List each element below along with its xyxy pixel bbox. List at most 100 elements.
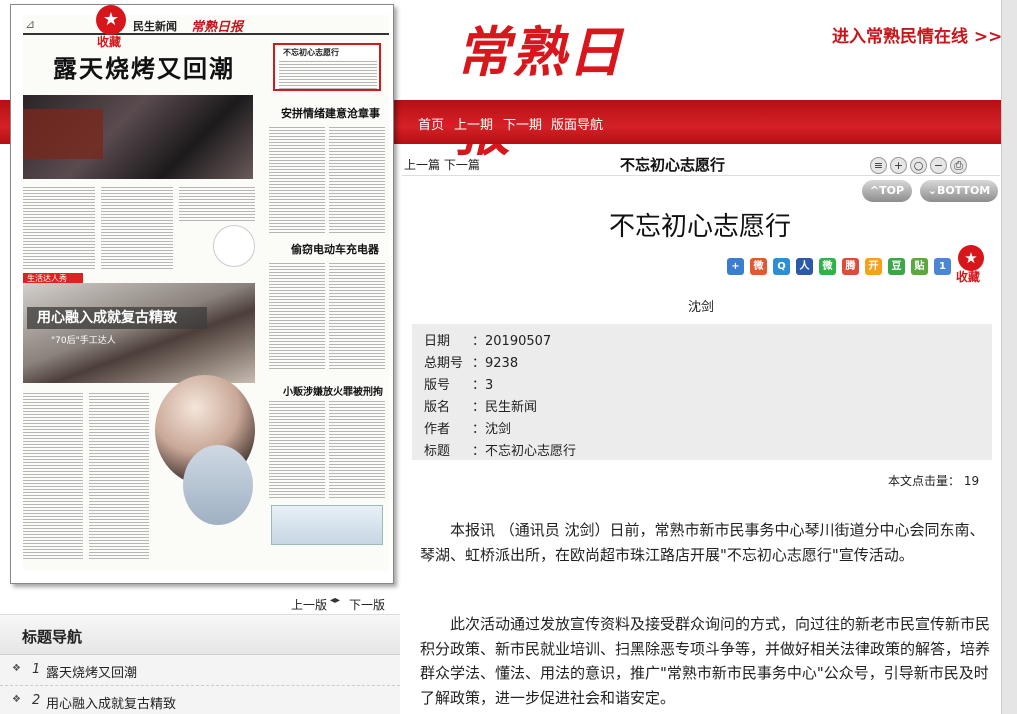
meta-value: 9238 — [485, 356, 519, 371]
page-turn-arrows-icon: ◂▸ — [330, 595, 341, 606]
craft-photo-banner[interactable]: 用心融入成就复古精致 — [27, 307, 207, 329]
share-one-icon[interactable]: 1 — [934, 258, 951, 275]
title-nav-num: 1 — [32, 662, 41, 677]
meta-key: 总期号 — [424, 356, 464, 371]
paper-page-image[interactable]: 民生新闻 常熟日报 露天烧烤又回潮 不忘初心志愿行 安拼情绪建意沧章事 偷窃电动… — [23, 15, 389, 571]
article-paragraph: 本报讯 （通讯员 沈剑）日前，常熟市新市民事务中心琴川街道分中心会同东南、琴湖、… — [420, 521, 985, 564]
share-wechat-icon[interactable]: 微 — [819, 258, 836, 275]
paper-text-block — [23, 391, 83, 561]
paper-headline[interactable]: 露天烧烤又回潮 — [53, 49, 235, 84]
nav-page-nav[interactable]: 版面导航 — [551, 114, 603, 133]
title-nav-item[interactable]: ❖ 1 露天烧烤又回潮 — [0, 656, 400, 686]
meta-row-page: 版号 ：3 — [424, 374, 493, 393]
paper-section-name: 民生新闻 — [133, 20, 177, 33]
title-nav-link[interactable]: 用心融入成就复古精致 — [46, 693, 176, 712]
paper-subhead-2[interactable]: 偷窃电动车充电器 — [291, 241, 379, 257]
paper-text-block — [329, 125, 385, 235]
meta-key: 版号 — [424, 378, 451, 393]
scroll-bottom-button[interactable]: ⌄BOTTOM — [920, 180, 998, 202]
diamond-bullet-icon: ❖ — [12, 694, 21, 705]
paper-text-block — [279, 59, 377, 89]
paper-badge — [213, 225, 255, 267]
meta-row-section: 版名 ：民生新闻 — [424, 396, 537, 415]
paper-page-header: 民生新闻 常熟日报 — [23, 15, 389, 35]
collect-label[interactable]: 收藏 — [956, 268, 980, 285]
share-weibo-icon[interactable]: 微 — [750, 258, 767, 275]
paper-current-article-box[interactable]: 不忘初心志愿行 — [273, 43, 381, 91]
paper-page-thumbnail[interactable]: 民生新闻 常熟日报 露天烧烤又回潮 不忘初心志愿行 安拼情绪建意沧章事 偷窃电动… — [10, 4, 394, 584]
nav-prev-issue[interactable]: 上一期 — [454, 114, 493, 133]
share-icon-row: + 微 Q 人微腾开豆贴 1 — [727, 254, 957, 275]
hit-count-value: 19 — [963, 474, 980, 488]
print-icon[interactable]: ⎙ — [950, 157, 967, 174]
prev-page-link[interactable]: 上一版 — [291, 596, 327, 613]
share-kaixin-icon[interactable]: 开 — [865, 258, 882, 275]
hit-count: 本文点击量： 19 — [888, 472, 979, 489]
zoom-reset-icon[interactable]: ○ — [910, 157, 927, 174]
list-icon[interactable]: ≡ — [870, 157, 887, 174]
meta-row-issue: 总期号 ：9238 — [424, 352, 518, 371]
share-more-icon[interactable]: + — [727, 258, 744, 275]
bookmark-star-icon[interactable]: ★ — [96, 5, 126, 35]
meta-key: 作者 — [424, 422, 451, 437]
paper-text-block — [329, 399, 385, 499]
nav-next-issue[interactable]: 下一期 — [503, 114, 542, 133]
paper-subhead-3[interactable]: 小贩涉嫌放火罪被刑拘 — [283, 383, 383, 398]
tool-icon-group: ≡ + ○ − ⎙ — [870, 154, 970, 174]
title-nav-title: 标题导航 — [22, 628, 83, 646]
craft-detail-photo[interactable] — [183, 445, 253, 525]
paper-text-block — [101, 185, 173, 269]
meta-value: 20190507 — [485, 334, 552, 349]
meta-value: 民生新闻 — [485, 400, 538, 415]
share-tencent-icon[interactable]: 腾 — [842, 258, 859, 275]
title-nav-panel: 标题导航 ❖ 1 露天烧烤又回潮 ❖ 2 用心融入成就复古精致 — [0, 614, 400, 714]
article-author: 沈剑 — [688, 300, 715, 315]
masthead-logo[interactable]: 常熟日报 — [456, 8, 646, 163]
paper-text-block — [269, 125, 325, 235]
scroll-top-button[interactable]: ^TOP — [862, 180, 912, 202]
meta-key: 标题 — [424, 444, 451, 459]
share-tieba-icon[interactable]: 贴 — [911, 258, 928, 275]
paper-advertisement — [271, 505, 383, 545]
title-nav-item[interactable]: ❖ 2 用心融入成就复古精致 — [0, 687, 400, 714]
meta-value: 沈剑 — [485, 422, 512, 437]
meta-key: 日期 — [424, 334, 451, 349]
meta-key: 版名 — [424, 400, 451, 415]
title-nav-link[interactable]: 露天烧烤又回潮 — [46, 662, 137, 681]
paper-text-block — [23, 185, 95, 269]
online-feedback-link[interactable]: 进入常熟民情在线 >> — [832, 22, 1002, 47]
zoom-in-icon[interactable]: + — [890, 157, 907, 174]
craft-photo-subtitle: "70后"手工达人 — [51, 336, 116, 346]
paper-text-block — [269, 261, 325, 371]
paper-text-block — [329, 261, 385, 371]
zoom-out-icon[interactable]: − — [930, 157, 947, 174]
share-douban-icon[interactable]: 豆 — [888, 258, 905, 275]
scroll-top-label: TOP — [879, 184, 905, 197]
hit-count-label: 本文点击量： — [888, 474, 961, 488]
prev-next-article-links[interactable]: 上一篇 下一篇 — [404, 156, 480, 173]
paper-text-block — [269, 399, 325, 499]
bookmark-label[interactable]: 收藏 — [97, 33, 121, 50]
nav-home[interactable]: 首页 — [418, 114, 444, 133]
next-page-link[interactable]: 下一版 — [349, 596, 385, 613]
paper-text-block — [89, 391, 149, 561]
article-toolbar: 上一篇 下一篇 不忘初心志愿行 ≡ + ○ − ⎙ — [402, 152, 1000, 176]
photo-caption-box — [23, 109, 103, 159]
page-corner-icon[interactable]: ⊿ — [25, 17, 41, 33]
meta-value: 3 — [485, 378, 494, 393]
meta-value: 不忘初心志愿行 — [485, 444, 577, 459]
paper-subhead-1[interactable]: 安拼情绪建意沧章事 — [281, 105, 380, 121]
share-qzone-icon[interactable]: Q — [773, 258, 790, 275]
article-meta-box: 日期 ：20190507 总期号 ：9238 版号 ：3 版名 ：民生新闻 作者 ：沈剑 … — [412, 324, 992, 460]
diamond-bullet-icon: ❖ — [12, 663, 21, 674]
scroll-bottom-label: BOTTOM — [936, 184, 991, 197]
paper-text-block — [179, 185, 255, 221]
article-paragraph: 此次活动通过发放宣传资料及接受群众询问的方式，向过往的新老市民宣传新市民积分政策… — [420, 615, 991, 707]
meta-row-author: 作者 ：沈剑 — [424, 418, 511, 437]
title-nav-num: 2 — [32, 693, 41, 708]
meta-row-date: 日期 ：20190507 — [424, 330, 551, 349]
share-renren-icon[interactable]: 人 — [796, 258, 813, 275]
article-title: 不忘初心志愿行 — [609, 212, 792, 242]
page-scrollbar[interactable] — [1001, 0, 1017, 714]
paper-highlight-title: 不忘初心志愿行 — [283, 48, 339, 57]
